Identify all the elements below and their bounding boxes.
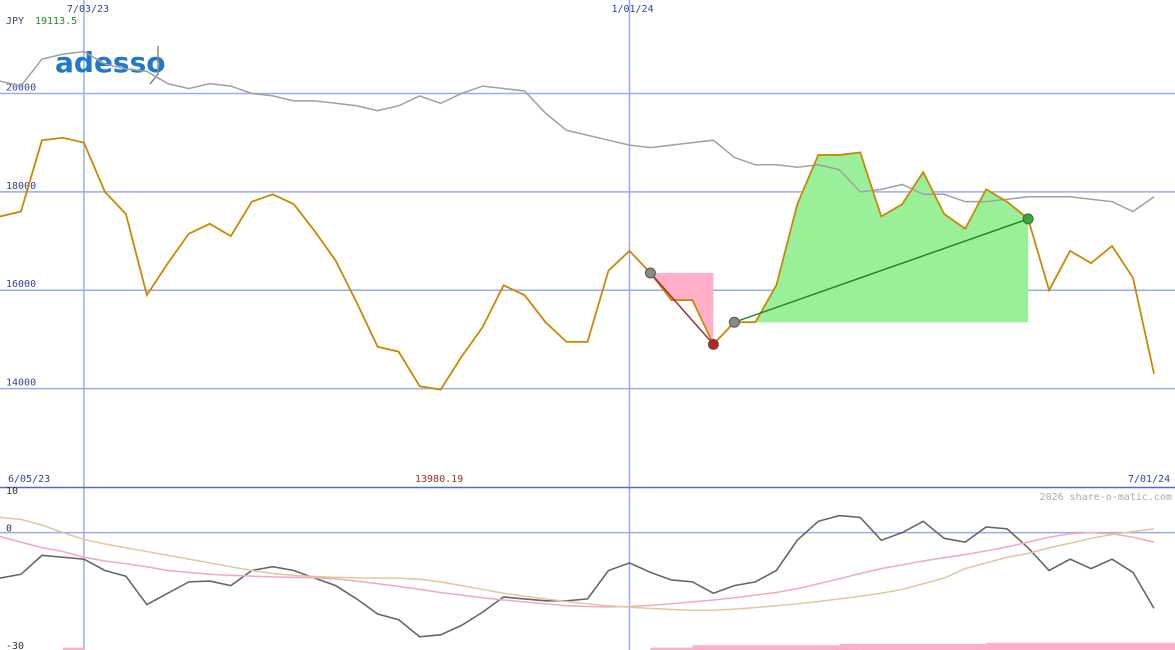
- indicator-y-tick-label: 0: [6, 524, 12, 535]
- x-tick-label-jul23: 7/03/23: [67, 4, 109, 15]
- price-panel-grid: [0, 0, 1175, 650]
- benchmark-line: [0, 50, 1155, 213]
- momentum-line: [0, 514, 1155, 638]
- gain-end-marker: [1022, 213, 1034, 225]
- chart-canvas: 7/03/23 1/01/24 JPY 19113.5 adesso 14000…: [0, 0, 1175, 650]
- y-tick-label: 14000: [6, 378, 36, 389]
- volume-bar: [860, 644, 987, 650]
- logo-text: adesso: [55, 46, 166, 79]
- trade-annotations: [650, 152, 1029, 345]
- period-end-label: 7/01/24: [1128, 474, 1170, 485]
- y-tick-label: 18000: [6, 181, 36, 192]
- volume-bar: [839, 644, 861, 650]
- indicator-y-tick-label: 10: [6, 486, 18, 497]
- gain-region: [734, 152, 1029, 323]
- currency-label: JPY: [6, 16, 24, 27]
- volume-bar: [986, 642, 1050, 650]
- loss-start-marker: [644, 267, 656, 279]
- indicator-y-tick-label: -30: [6, 641, 24, 650]
- volume-bar: [692, 645, 840, 650]
- gain-start-marker: [728, 316, 740, 328]
- volume-bars: [62, 642, 1175, 650]
- last-value-label: 19113.5: [35, 16, 77, 27]
- indicator-series: [0, 514, 1155, 638]
- signal-line: [0, 531, 1155, 608]
- volume-bar: [1049, 642, 1134, 650]
- x-tick-label-jan24: 1/01/24: [611, 4, 653, 15]
- y-tick-label: 16000: [6, 279, 36, 290]
- indicator-y-axis: 10 0 -30: [6, 486, 24, 650]
- copyright-label: 2026 share-o-matic.com: [1040, 492, 1172, 503]
- period-low-label: 13980.19: [415, 474, 463, 485]
- loss-end-marker: [707, 338, 719, 350]
- period-start-label: 6/05/23: [8, 474, 50, 485]
- volume-bar: [1133, 642, 1175, 650]
- price-y-axis: 14000160001800020000: [6, 82, 36, 388]
